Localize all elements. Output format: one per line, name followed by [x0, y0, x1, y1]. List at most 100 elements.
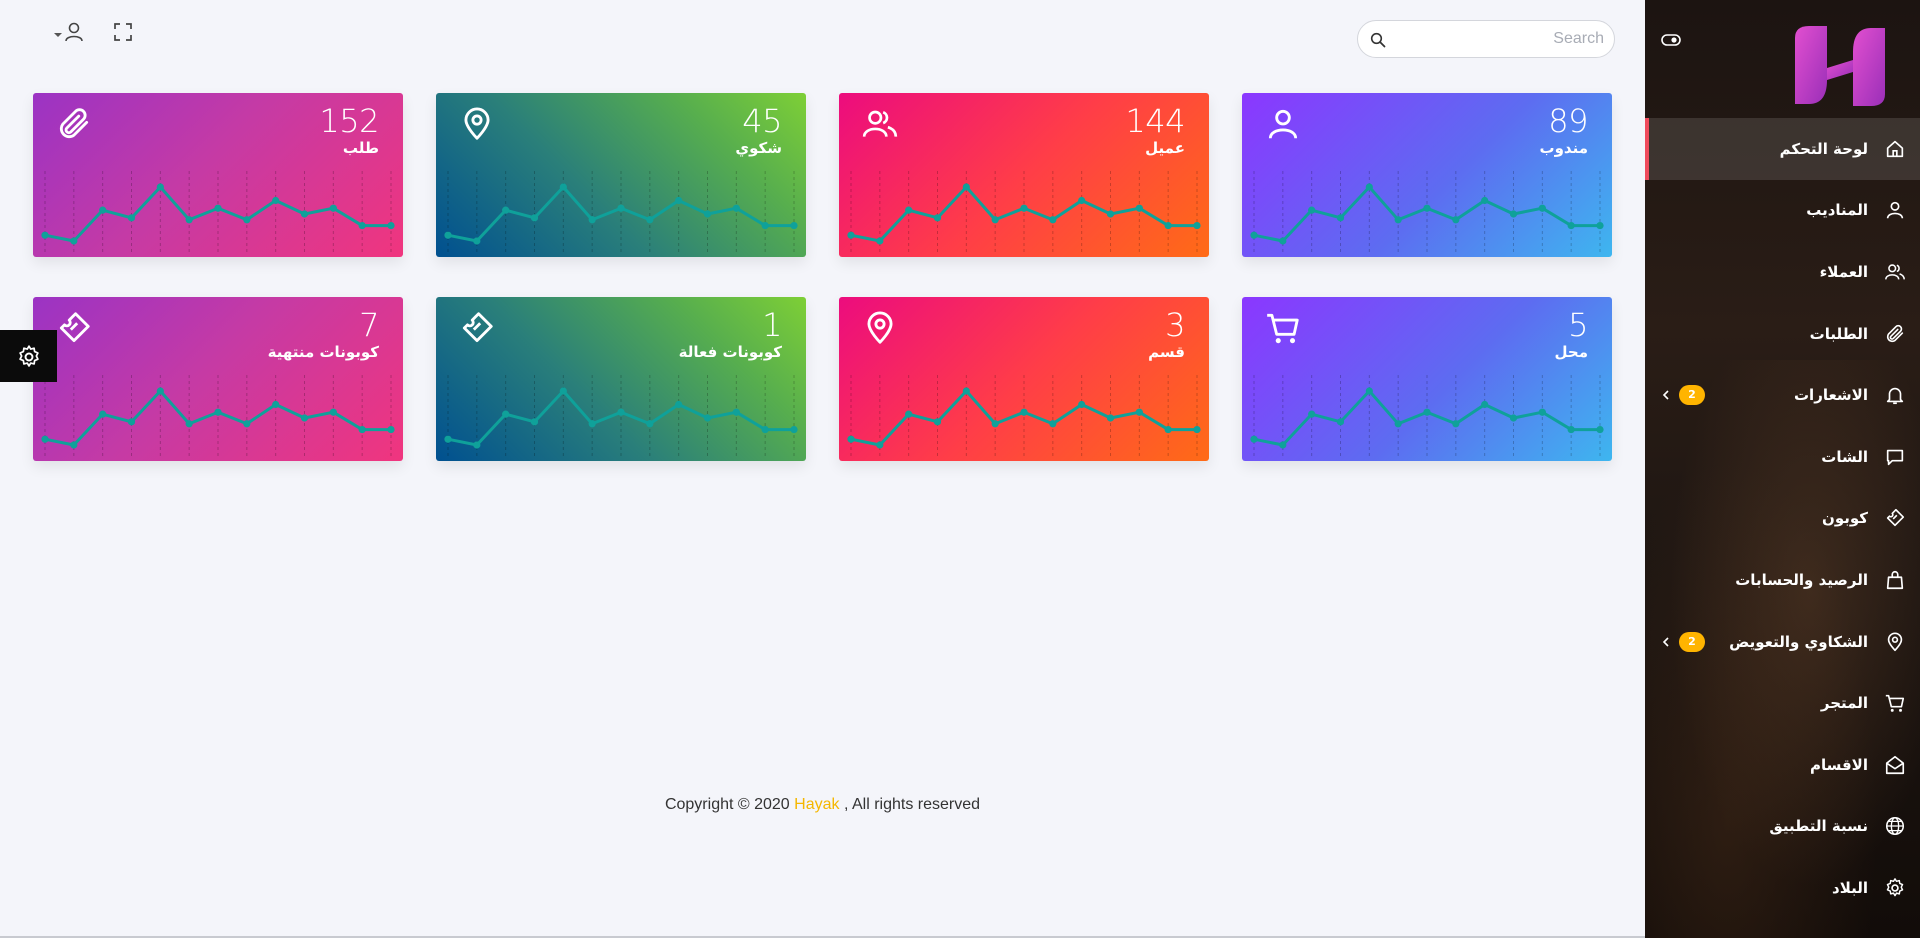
chevron-left-icon[interactable] [1661, 636, 1671, 648]
sparkline-point [1193, 221, 1201, 230]
sparkline-point [905, 206, 913, 214]
coupon-icon [59, 312, 90, 343]
chevron-down-icon [54, 22, 83, 42]
sidebar-item-0[interactable]: لوحة التحكم [1645, 118, 1920, 180]
stat-value: 89 [1548, 102, 1588, 140]
sparkline-point [1106, 210, 1115, 218]
stat-value: 144 [1125, 102, 1185, 140]
stat-value: 1 [762, 306, 782, 344]
sparkline-point [905, 410, 913, 418]
fullscreen-button[interactable] [113, 22, 133, 42]
sparkline-point [933, 214, 942, 222]
sidebar-item-label: البلاد [1832, 878, 1868, 897]
sparkline-point [1596, 221, 1604, 230]
coupon-icon [462, 312, 493, 343]
sidebar-item-4[interactable]: الاشعارات 2 [1645, 364, 1920, 426]
footer-copyright: Copyright © 2020 [664, 796, 790, 813]
sparkline-point [214, 204, 222, 212]
toggle-icon[interactable] [1661, 33, 1681, 47]
sidebar-item-11[interactable]: نسبة التطبيق [1645, 796, 1920, 858]
sparkline-point [272, 400, 280, 409]
stat-card[interactable]: 7 كوبونات منتهية [33, 297, 403, 461]
sparkline-point [99, 410, 107, 418]
home-icon [1886, 140, 1904, 157]
sidebar-item-3[interactable]: الطلبات [1645, 303, 1920, 365]
sparkline-point [41, 231, 49, 239]
chevron-left-icon[interactable] [1661, 389, 1671, 401]
sidebar-item-6[interactable]: كوبون [1645, 488, 1920, 550]
sidebar-item-8[interactable]: الشكاوي والتعويض 2 [1645, 611, 1920, 673]
sparkline-point [127, 214, 136, 222]
settings-tab[interactable] [0, 330, 57, 382]
sidebar-item-label: كوبون [1822, 509, 1868, 528]
user-menu-button[interactable] [52, 20, 86, 44]
sparkline-point [243, 420, 251, 428]
sparkline-point [1308, 410, 1316, 418]
sidebar-item-12[interactable]: البلاد [1645, 857, 1920, 919]
hayak-logo[interactable] [1785, 20, 1895, 112]
sidebar-item-10[interactable]: الاقسام [1645, 734, 1920, 796]
sparkline-point [559, 387, 567, 395]
sparkline-point [646, 420, 654, 428]
sparkline-point [847, 231, 855, 239]
gear-icon [1886, 878, 1904, 897]
sparkline-point [70, 441, 78, 449]
stat-card[interactable]: 45 شكوي [436, 93, 806, 257]
map-pin-icon [1887, 632, 1903, 651]
sparkline-point [473, 237, 481, 245]
sparkline-point [1365, 387, 1373, 395]
sparkline-point [358, 221, 366, 230]
sidebar-item-label: الشكاوي والتعويض [1729, 632, 1868, 651]
sparkline-point [1020, 204, 1028, 212]
sidebar-item-7[interactable]: الرصيد والحسابات [1645, 549, 1920, 611]
sparkline-point [1538, 204, 1546, 212]
sidebar-item-label: لوحة التحكم [1779, 139, 1868, 158]
gear-icon [19, 345, 39, 367]
sparkline-point [329, 408, 337, 416]
search-box[interactable] [1357, 20, 1615, 58]
sparkline-point [127, 418, 136, 426]
sparkline-point [70, 237, 78, 245]
sparkline-chart [847, 171, 1201, 253]
stat-card[interactable]: 152 طلب [33, 93, 403, 257]
sparkline-point [1308, 206, 1316, 214]
stat-card[interactable]: 5 محل [1242, 297, 1612, 461]
sparkline-point [1423, 204, 1431, 212]
stat-card[interactable]: 1 كوبونات فعالة [436, 297, 806, 461]
sparkline-point [530, 418, 539, 426]
sparkline-point [675, 400, 683, 409]
sparkline-point [156, 183, 164, 191]
sparkline-point [1279, 441, 1287, 449]
stat-card[interactable]: 89 مندوب [1242, 93, 1612, 257]
sparkline-point [502, 206, 510, 214]
sparkline-point [559, 183, 567, 191]
sparkline-point [1394, 216, 1402, 224]
cart-icon [1267, 313, 1299, 344]
sparkline-point [962, 183, 970, 191]
sparkline-chart [444, 171, 798, 253]
cart-icon [1885, 694, 1905, 712]
sidebar-item-5[interactable]: الشات [1645, 426, 1920, 488]
stat-card[interactable]: 144 عميل [839, 93, 1209, 257]
footer: Copyright © 2020 Hayak , All rights rese… [0, 796, 1645, 814]
sparkline-point [358, 425, 366, 434]
sparkline-chart [847, 375, 1201, 457]
footer-brand-link[interactable]: Hayak [794, 796, 839, 813]
sidebar-item-label: الشات [1821, 447, 1868, 466]
search-input[interactable] [1394, 21, 1604, 57]
stat-label: قسم [1148, 343, 1185, 361]
sidebar-item-9[interactable]: المتجر [1645, 672, 1920, 734]
chat-icon [1886, 449, 1904, 465]
sparkline-point [617, 408, 625, 416]
sparkline-point [1049, 216, 1057, 224]
sparkline-point [473, 441, 481, 449]
sparkline-point [761, 425, 769, 434]
sidebar-item-1[interactable]: المناديب [1645, 180, 1920, 242]
sparkline-point [1078, 196, 1086, 205]
sparkline-point [300, 414, 309, 422]
sparkline-point [617, 204, 625, 212]
stat-card[interactable]: 3 قسم [839, 297, 1209, 461]
sidebar-item-2[interactable]: العملاء [1645, 241, 1920, 303]
users-icon [1885, 264, 1905, 280]
sparkline-chart [1250, 375, 1604, 457]
